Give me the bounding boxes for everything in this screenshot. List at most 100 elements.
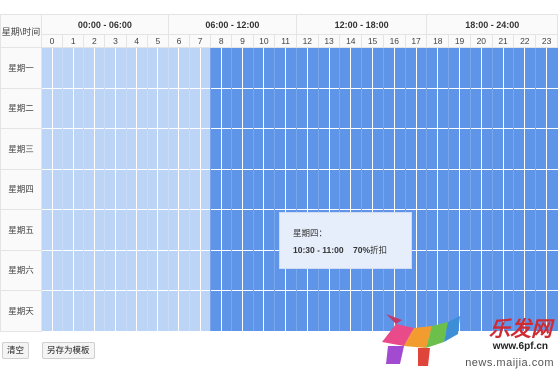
time-slot-cell[interactable] (40, 87, 53, 129)
time-slot-cell[interactable] (502, 47, 514, 88)
time-slot-cell[interactable] (480, 168, 493, 210)
time-slot-cell[interactable] (263, 209, 275, 250)
time-slot-cell[interactable] (285, 128, 297, 169)
time-slot-cell[interactable] (199, 209, 211, 250)
time-slot-cell[interactable] (157, 290, 169, 331)
time-slot-cell[interactable] (167, 209, 179, 250)
time-slot-cell[interactable] (40, 290, 53, 331)
time-slot-cell[interactable] (136, 209, 148, 250)
time-slot-cell[interactable] (115, 290, 127, 331)
time-slot-cell[interactable] (448, 128, 460, 169)
time-slot-cell[interactable] (285, 87, 297, 129)
time-slot-cell[interactable] (328, 290, 340, 331)
time-slot-cell[interactable] (72, 47, 84, 88)
time-slot-cell[interactable] (339, 168, 351, 210)
time-slot-cell[interactable] (263, 128, 275, 169)
time-slot-cell[interactable] (146, 128, 158, 169)
time-slot-cell[interactable] (372, 47, 384, 88)
time-slot-cell[interactable] (350, 47, 362, 88)
time-slot-cell[interactable] (317, 47, 330, 88)
time-slot-cell[interactable] (178, 87, 190, 129)
time-slot-cell[interactable] (93, 290, 105, 331)
time-slot-cell[interactable] (415, 249, 427, 291)
time-slot-cell[interactable] (404, 168, 417, 210)
time-slot-cell[interactable] (40, 168, 53, 210)
time-slot-cell[interactable] (220, 209, 232, 250)
save-template-button[interactable]: 另存为模板 (42, 342, 95, 359)
time-slot-cell[interactable] (448, 47, 460, 88)
time-slot-cell[interactable] (146, 87, 158, 129)
time-slot-cell[interactable] (83, 290, 95, 331)
time-slot-cell[interactable] (210, 87, 222, 129)
time-slot-cell[interactable] (199, 249, 211, 291)
time-slot-cell[interactable] (502, 249, 514, 291)
time-slot-cell[interactable] (546, 128, 558, 169)
time-slot-cell[interactable] (146, 249, 158, 291)
time-slot-cell[interactable] (361, 290, 373, 331)
time-slot-cell[interactable] (189, 249, 201, 291)
time-slot-cell[interactable] (524, 209, 536, 250)
time-slot-cell[interactable] (469, 168, 482, 210)
time-slot-cell[interactable] (178, 290, 190, 331)
time-slot-cell[interactable] (480, 209, 493, 250)
time-slot-cell[interactable] (382, 47, 395, 88)
time-slot-cell[interactable] (513, 209, 525, 250)
time-slot-cell[interactable] (51, 128, 63, 169)
time-slot-cell[interactable] (328, 128, 340, 169)
time-slot-cell[interactable] (372, 168, 384, 210)
time-slot-cell[interactable] (241, 168, 254, 210)
time-slot-cell[interactable] (167, 128, 179, 169)
time-slot-cell[interactable] (361, 168, 373, 210)
time-slot-cell[interactable] (469, 87, 482, 129)
time-slot-cell[interactable] (115, 128, 127, 169)
time-slot-cell[interactable] (72, 168, 84, 210)
time-slot-cell[interactable] (167, 168, 179, 210)
time-slot-cell[interactable] (295, 168, 308, 210)
time-slot-cell[interactable] (104, 47, 116, 88)
time-slot-cell[interactable] (252, 249, 264, 291)
time-slot-cell[interactable] (491, 209, 504, 250)
time-slot-cell[interactable] (393, 128, 406, 169)
time-slot-cell[interactable] (480, 47, 493, 88)
time-slot-cell[interactable] (513, 168, 525, 210)
time-slot-cell[interactable] (220, 128, 232, 169)
time-slot-cell[interactable] (535, 209, 547, 250)
time-slot-cell[interactable] (415, 209, 427, 250)
time-slot-cell[interactable] (437, 249, 449, 291)
time-slot-cell[interactable] (231, 249, 243, 291)
time-slot-cell[interactable] (426, 168, 438, 210)
time-slot-cell[interactable] (93, 87, 105, 129)
time-slot-cell[interactable] (513, 47, 525, 88)
time-slot-cell[interactable] (285, 290, 297, 331)
time-slot-cell[interactable] (72, 209, 84, 250)
time-slot-cell[interactable] (437, 87, 449, 129)
time-slot-cell[interactable] (157, 87, 169, 129)
time-slot-cell[interactable] (361, 87, 373, 129)
time-slot-cell[interactable] (491, 87, 504, 129)
time-slot-cell[interactable] (62, 290, 74, 331)
time-slot-cell[interactable] (157, 47, 169, 88)
time-slot-cell[interactable] (524, 249, 536, 291)
time-slot-cell[interactable] (535, 249, 547, 291)
time-slot-cell[interactable] (178, 209, 190, 250)
clear-button[interactable]: 清空 (2, 342, 30, 359)
time-slot-cell[interactable] (306, 290, 319, 331)
time-slot-cell[interactable] (189, 290, 201, 331)
time-slot-cell[interactable] (210, 209, 222, 250)
time-slot-cell[interactable] (136, 47, 148, 88)
time-slot-cell[interactable] (491, 128, 504, 169)
time-slot-cell[interactable] (178, 47, 190, 88)
time-slot-cell[interactable] (83, 128, 95, 169)
time-slot-cell[interactable] (115, 209, 127, 250)
time-slot-cell[interactable] (241, 128, 254, 169)
time-slot-cell[interactable] (210, 249, 222, 291)
time-slot-cell[interactable] (404, 128, 417, 169)
time-slot-cell[interactable] (136, 87, 148, 129)
time-slot-cell[interactable] (404, 87, 417, 129)
time-slot-cell[interactable] (393, 47, 406, 88)
time-slot-cell[interactable] (136, 249, 148, 291)
time-slot-cell[interactable] (178, 168, 190, 210)
time-slot-cell[interactable] (115, 249, 127, 291)
time-slot-cell[interactable] (415, 87, 427, 129)
time-slot-cell[interactable] (115, 47, 127, 88)
